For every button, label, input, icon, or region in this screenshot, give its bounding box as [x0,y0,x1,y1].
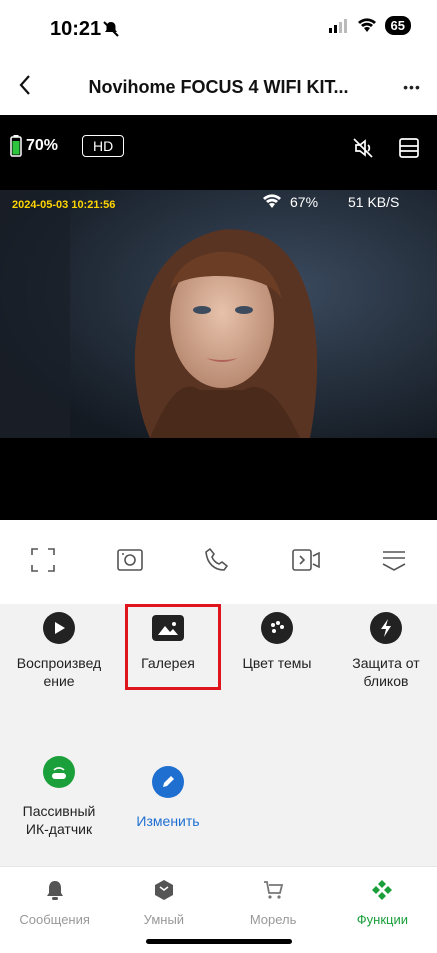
fullscreen-button[interactable] [30,547,56,578]
tab-store-label: Морель [249,912,297,927]
lightning-icon [370,612,402,644]
function-playback-label: Воспроизвед ение [16,655,102,689]
quality-button[interactable]: HD [82,135,125,157]
tab-functions[interactable]: Функции [328,867,437,953]
snapshot-button[interactable] [116,547,144,578]
home-indicator [146,939,292,944]
function-antiglare[interactable]: Защита от бликов [331,612,437,690]
battery-indicator: 65 [384,16,411,35]
video-timestamp: 2024-05-03 10:21:56 [12,199,116,211]
function-antiglare-label: Защита от бликов [352,655,420,689]
palette-icon [261,612,293,644]
control-bar [0,520,437,604]
function-theme-label: Цвет темы [242,655,312,671]
tab-messages[interactable]: Сообщения [0,867,109,953]
signal-icon [328,18,347,33]
function-pir-label: Пассивный ИК-датчик [22,803,96,837]
mute-button[interactable] [352,137,374,164]
list-icon [399,138,419,158]
pir-sensor-icon [43,756,75,788]
layout-button[interactable] [398,137,420,164]
cart-icon [264,881,284,899]
video-record-icon [291,548,320,571]
video-bottom-bar [0,438,437,520]
function-edit[interactable]: Изменить [113,766,223,830]
bell-slash-icon [102,20,120,43]
video-wifi-icon [262,194,282,214]
back-button[interactable] [0,74,50,101]
talk-button[interactable] [204,547,230,578]
tab-messages-label: Сообщения [19,912,90,927]
chevron-left-icon [19,74,30,95]
camera-image [0,190,437,438]
gallery-highlight-box [125,604,221,690]
bell-icon [46,881,63,900]
phone-icon [205,547,229,571]
nav-bar: Novihome FOCUS 4 WIFI KIT... ••• [0,64,437,110]
expand-menu-button[interactable] [381,547,407,578]
video-toolbar: 70% HD [0,115,437,190]
record-button[interactable] [291,547,321,578]
status-time: 10:21 [50,18,102,40]
play-icon [43,612,75,644]
wifi-icon [357,18,376,32]
menu-chevron-icon [382,550,406,571]
tab-smart-label: Умный [143,912,185,927]
more-button[interactable]: ••• [387,79,437,95]
status-right: 65 [328,16,411,35]
video-bitrate: 51 KB/S [348,194,400,210]
diamond-grid-icon [372,880,393,900]
battery-icon [10,135,22,162]
page-title: Novihome FOCUS 4 WIFI KIT... [88,76,349,97]
function-playback[interactable]: Воспроизвед ение [4,612,114,690]
tab-functions-label: Функции [356,912,408,927]
camera-battery-text: 70% [26,137,59,154]
function-edit-label: Изменить [136,813,200,829]
speaker-muted-icon [353,138,373,158]
video-feed[interactable]: 2024-05-03 10:21:56 67% 51 KB/S [0,190,437,438]
camera-icon [117,548,144,571]
pencil-icon [152,766,184,798]
function-pir[interactable]: Пассивный ИК-датчик [4,756,114,838]
cube-icon [154,880,173,900]
fullscreen-icon [31,547,55,572]
function-theme[interactable]: Цвет темы [222,612,332,672]
video-wifi-strength: 67% [290,194,319,210]
